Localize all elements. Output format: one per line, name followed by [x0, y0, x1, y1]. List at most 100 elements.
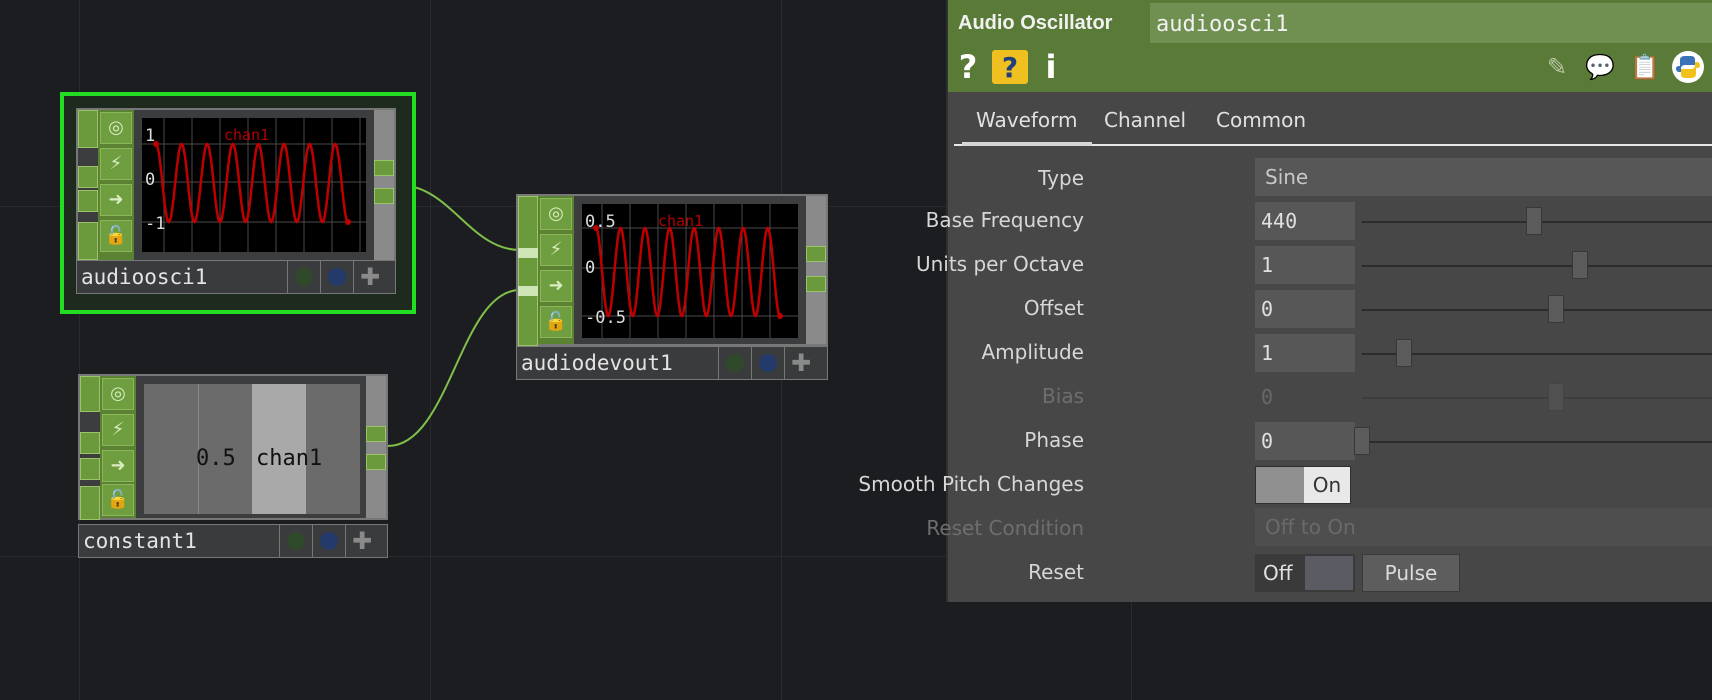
- plus-icon: ✚: [790, 349, 812, 377]
- reset-indicator: [1305, 556, 1353, 590]
- offset-field[interactable]: 0: [1255, 290, 1355, 328]
- viewer-flag-icon[interactable]: ◎: [100, 112, 132, 144]
- toggle-on-label: On: [1312, 473, 1342, 497]
- output-connector[interactable]: [806, 276, 826, 292]
- pulse-button[interactable]: Pulse: [1362, 554, 1460, 592]
- help-icon[interactable]: ?: [956, 48, 980, 86]
- input-connector[interactable]: [78, 222, 98, 260]
- input-connectors: [518, 196, 538, 346]
- operator-type-label: Audio Oscillator: [958, 12, 1113, 34]
- lock-flag-icon[interactable]: 🔓: [102, 484, 134, 516]
- clipboard-icon[interactable]: 📋: [1628, 50, 1662, 84]
- node-flags: ◎ ⚡ ➜ 🔓: [100, 376, 136, 518]
- units-per-octave-slider[interactable]: [1362, 265, 1712, 267]
- viewer-flag-icon[interactable]: ◎: [540, 198, 572, 230]
- viewer-flag-icon[interactable]: ◎: [102, 378, 134, 410]
- node-tile[interactable]: ◎ ⚡ ➜ 🔓 0.5 chan1: [78, 374, 388, 520]
- input-connectors: [80, 376, 100, 520]
- input-connector[interactable]: [518, 196, 538, 346]
- node-namebar[interactable]: audioosci1 ✚: [76, 260, 396, 294]
- viewer-channel-label: chan1: [224, 126, 270, 144]
- param-row-bias: Bias 0: [948, 376, 1712, 416]
- node-tile[interactable]: ◎ ⚡ ➜ 🔓 0.5 0 -0.5 chan1: [516, 194, 828, 346]
- type-menu[interactable]: Sine: [1255, 158, 1712, 196]
- output-connector[interactable]: [374, 188, 394, 204]
- toggle-off-segment: [1256, 467, 1304, 503]
- output-connector[interactable]: [374, 160, 394, 176]
- viewer-min-label: -1: [145, 214, 166, 234]
- output-connector[interactable]: [366, 454, 386, 470]
- amplitude-field[interactable]: 1: [1255, 334, 1355, 372]
- node-audioosci1[interactable]: ◎ ⚡ ➜ 🔓 1 0 -1 chan1 audioosci1 ✚: [60, 92, 416, 314]
- tab-waveform[interactable]: Waveform: [962, 108, 1092, 146]
- phase-slider[interactable]: [1362, 441, 1712, 443]
- phase-slider-handle[interactable]: [1354, 427, 1370, 455]
- edit-icon[interactable]: ✎: [1542, 50, 1572, 84]
- comment-icon[interactable]: 💬: [1582, 50, 1618, 84]
- lock-flag-icon[interactable]: 🔓: [540, 306, 572, 338]
- add-button[interactable]: ✚: [353, 261, 386, 293]
- units-per-octave-field[interactable]: 1: [1255, 246, 1355, 284]
- node-name[interactable]: audiodevout1: [521, 351, 673, 375]
- display-button[interactable]: [312, 525, 345, 557]
- bypass-dot-icon: [287, 532, 305, 550]
- amplitude-slider[interactable]: [1362, 353, 1712, 355]
- input-connector[interactable]: [78, 166, 98, 188]
- lock-flag-icon[interactable]: 🔓: [100, 220, 132, 252]
- export-flag-icon[interactable]: ➜: [102, 450, 134, 482]
- info-icon[interactable]: i: [1042, 48, 1060, 86]
- cook-flag-icon[interactable]: ⚡: [540, 234, 572, 266]
- python-help-icon[interactable]: ?: [992, 50, 1028, 84]
- input-connector[interactable]: [78, 110, 98, 148]
- add-button[interactable]: ✚: [345, 525, 378, 557]
- smooth-pitch-toggle[interactable]: On: [1255, 466, 1351, 504]
- node-audiodevout1[interactable]: ◎ ⚡ ➜ 🔓 0.5 0 -0.5 chan1 audiodevout1 ✚: [516, 194, 828, 384]
- param-row-type: Type Sine: [948, 158, 1712, 198]
- node-constant1[interactable]: ◎ ⚡ ➜ 🔓 0.5 chan1 constant1 ✚: [78, 374, 388, 558]
- param-row-offset: Offset 0: [948, 288, 1712, 328]
- display-dot-icon: [328, 268, 346, 286]
- node-flags: ◎ ⚡ ➜ 🔓: [98, 110, 134, 260]
- reset-state[interactable]: Off: [1255, 554, 1355, 592]
- display-button[interactable]: [320, 261, 353, 293]
- offset-slider[interactable]: [1362, 309, 1712, 311]
- viewer-channel-label: chan1: [256, 446, 323, 471]
- param-label: Offset: [1023, 296, 1084, 320]
- bypass-button[interactable]: [287, 261, 320, 293]
- offset-slider-handle[interactable]: [1547, 295, 1564, 323]
- phase-field[interactable]: 0: [1255, 422, 1355, 460]
- input-connector[interactable]: [80, 432, 100, 454]
- display-dot-icon: [320, 532, 338, 550]
- base-frequency-slider-handle[interactable]: [1526, 207, 1543, 235]
- amplitude-slider-handle[interactable]: [1396, 339, 1413, 367]
- input-connector[interactable]: [80, 376, 100, 412]
- param-label: Units per Octave: [915, 252, 1084, 276]
- units-per-octave-slider-handle[interactable]: [1572, 251, 1589, 279]
- node-viewer: 1 0 -1 chan1: [142, 118, 366, 252]
- export-flag-icon[interactable]: ➜: [100, 184, 132, 216]
- display-dot-icon: [759, 354, 777, 372]
- node-namebar[interactable]: audiodevout1 ✚: [516, 346, 828, 380]
- tab-common[interactable]: Common: [1216, 108, 1306, 132]
- input-connector[interactable]: [78, 190, 98, 212]
- add-button[interactable]: ✚: [784, 347, 817, 379]
- cook-flag-icon[interactable]: ⚡: [102, 414, 134, 446]
- output-connector[interactable]: [366, 426, 386, 442]
- node-namebar[interactable]: constant1 ✚: [78, 524, 388, 558]
- output-connector[interactable]: [806, 246, 826, 262]
- export-flag-icon[interactable]: ➜: [540, 270, 572, 302]
- base-frequency-field[interactable]: 440: [1255, 202, 1355, 240]
- node-name[interactable]: constant1: [83, 529, 197, 553]
- input-connector[interactable]: [80, 486, 100, 520]
- operator-name-field[interactable]: audioosci1: [1150, 3, 1712, 43]
- display-button[interactable]: [751, 347, 784, 379]
- tab-channel[interactable]: Channel: [1104, 108, 1186, 132]
- input-connector[interactable]: [80, 458, 100, 480]
- bypass-button[interactable]: [279, 525, 312, 557]
- node-tile[interactable]: ◎ ⚡ ➜ 🔓 1 0 -1 chan1: [76, 108, 396, 262]
- node-name[interactable]: audioosci1: [81, 265, 207, 289]
- bypass-button[interactable]: [718, 347, 751, 379]
- python-icon[interactable]: [1670, 50, 1706, 84]
- cook-flag-icon[interactable]: ⚡: [100, 148, 132, 180]
- parameter-tabs: Waveform Channel Common: [954, 96, 1712, 146]
